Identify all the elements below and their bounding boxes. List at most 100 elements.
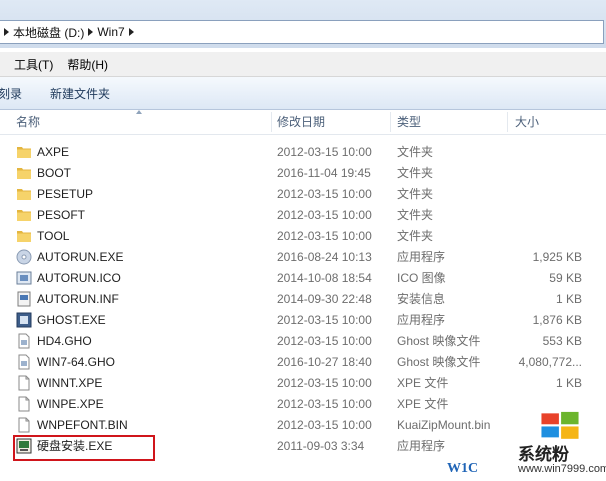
file-type: XPE 文件	[397, 376, 449, 390]
file-row[interactable]: AUTORUN.INF 2014-09-30 22:48 安装信息 1 KB	[0, 289, 606, 310]
column-name[interactable]: 名称	[16, 110, 40, 134]
folder-icon	[16, 186, 32, 202]
file-row[interactable]: TOOL 2012-03-15 10:00 文件夹	[0, 226, 606, 247]
file-name: PESETUP	[37, 187, 94, 201]
file-type: 文件夹	[397, 229, 434, 243]
file-size	[510, 184, 582, 205]
file-name: HD4.GHO	[37, 334, 92, 348]
file-size: 4,080,772...	[518, 355, 582, 369]
ghost-app-icon	[16, 312, 32, 328]
column-date[interactable]: 修改日期	[277, 110, 325, 134]
file-row[interactable]: PESOFT 2012-03-15 10:00 文件夹	[0, 205, 606, 226]
menu-tools[interactable]: 工具(T)	[8, 56, 59, 73]
file-name: WINPE.XPE	[37, 397, 104, 411]
file-type: 应用程序	[397, 313, 446, 327]
watermark-url: www.win7999.com	[518, 463, 606, 475]
file-name: WNPEFONT.BIN	[37, 418, 128, 432]
file-size	[510, 163, 582, 184]
file-row[interactable]: AUTORUN.ICO 2014-10-08 18:54 ICO 图像 59 KB	[0, 268, 606, 289]
file-name: PESOFT	[37, 208, 86, 222]
blank-file-icon	[16, 375, 32, 391]
file-row[interactable]: WINPE.XPE 2012-03-15 10:00 XPE 文件	[0, 394, 606, 415]
file-row[interactable]: HD4.GHO 2012-03-15 10:00 Ghost 映像文件 553 KB	[0, 331, 606, 352]
file-row[interactable]: BOOT 2016-11-04 19:45 文件夹	[0, 163, 606, 184]
file-type: 文件夹	[397, 145, 434, 159]
file-name: AUTORUN.ICO	[37, 271, 121, 285]
file-row[interactable]: WIN7-64.GHO 2016-10-27 18:40 Ghost 映像文件 4,0…	[0, 352, 606, 373]
file-type: 安装信息	[397, 292, 446, 306]
breadcrumb-arrow-icon[interactable]	[128, 28, 134, 36]
column-divider[interactable]	[507, 112, 508, 132]
file-date: 2016-11-04 19:45	[277, 166, 371, 180]
folder-icon	[16, 144, 32, 160]
breadcrumb-arrow-icon[interactable]	[4, 28, 9, 36]
file-date: 2012-03-15 10:00	[277, 418, 372, 432]
menu-bar: 工具(T) 帮助(H)	[0, 52, 606, 77]
command-bar: 刻录 新建文件夹	[0, 77, 606, 110]
folder-icon	[16, 165, 32, 181]
file-type: 应用程序	[397, 250, 446, 264]
file-date: 2012-03-15 10:00	[277, 397, 372, 411]
windows-logo-icon	[541, 411, 579, 439]
file-size	[510, 205, 582, 226]
file-date: 2012-03-15 10:00	[277, 376, 372, 390]
file-size: 1 KB	[555, 292, 582, 306]
disc-app-icon	[16, 249, 32, 265]
file-date: 2012-03-15 10:00	[277, 187, 372, 201]
file-type: XPE 文件	[397, 397, 449, 411]
file-date: 2012-03-15 10:00	[277, 208, 372, 222]
watermark-left-text: W1C	[447, 461, 479, 476]
column-divider[interactable]	[271, 112, 272, 132]
file-size: 1 KB	[555, 376, 582, 390]
new-folder-button[interactable]: 新建文件夹	[50, 85, 110, 102]
file-date: 2012-03-15 10:00	[277, 334, 372, 348]
file-type: 文件夹	[397, 187, 434, 201]
column-type[interactable]: 类型	[397, 110, 421, 134]
file-size	[510, 226, 582, 247]
folder-icon	[16, 207, 32, 223]
file-name: WINNT.XPE	[37, 376, 103, 390]
file-date: 2011-09-03 3:34	[277, 439, 365, 453]
file-date: 2016-10-27 18:40	[277, 355, 372, 369]
file-type: KuaiZipMount.bin	[397, 418, 491, 432]
address-bar[interactable]: 本地磁盘 (D:) Win7	[0, 20, 604, 44]
ghost-image-icon	[16, 354, 32, 370]
file-size: 1,876 KB	[532, 313, 582, 327]
file-row[interactable]: AUTORUN.EXE 2016-08-24 10:13 应用程序 1,925 KB	[0, 247, 606, 268]
file-type: Ghost 映像文件	[397, 355, 481, 369]
column-size[interactable]: 大小	[515, 110, 539, 134]
file-name: AUTORUN.INF	[37, 292, 119, 306]
sort-up-icon	[136, 110, 142, 114]
file-row[interactable]: GHOST.EXE 2012-03-15 10:00 应用程序 1,876 KB	[0, 310, 606, 331]
file-size	[510, 142, 582, 163]
file-date: 2014-09-30 22:48	[277, 292, 372, 306]
address-bar-area: 本地磁盘 (D:) Win7	[0, 0, 606, 48]
file-date: 2012-03-15 10:00	[277, 313, 372, 327]
menu-help[interactable]: 帮助(H)	[61, 56, 114, 73]
file-name: BOOT	[37, 166, 72, 180]
file-size: 553 KB	[542, 334, 582, 348]
file-row[interactable]: PESETUP 2012-03-15 10:00 文件夹	[0, 184, 606, 205]
ghost-image-icon	[16, 333, 32, 349]
file-type: 文件夹	[397, 208, 434, 222]
setup-info-icon	[16, 291, 32, 307]
file-date: 2014-10-08 18:54	[277, 271, 372, 285]
breadcrumb-arrow-icon[interactable]	[88, 28, 94, 36]
file-row[interactable]: AXPE 2012-03-15 10:00 文件夹	[0, 142, 606, 163]
breadcrumb-drive[interactable]: 本地磁盘 (D:)	[13, 24, 84, 41]
file-row[interactable]: WINNT.XPE 2012-03-15 10:00 XPE 文件 1 KB	[0, 373, 606, 394]
file-row[interactable]: WNPEFONT.BIN 2012-03-15 10:00 KuaiZipMount…	[0, 415, 606, 436]
file-type: ICO 图像	[397, 271, 446, 285]
file-type: 文件夹	[397, 166, 434, 180]
file-size: 1,925 KB	[532, 250, 582, 264]
file-name: GHOST.EXE	[37, 313, 106, 327]
watermark-brand: 系统粉	[518, 445, 569, 464]
burn-button[interactable]: 刻录	[0, 85, 22, 102]
blank-file-icon	[16, 417, 32, 433]
file-type: 应用程序	[397, 439, 446, 453]
file-date: 2016-08-24 10:13	[277, 250, 372, 264]
breadcrumb-folder[interactable]: Win7	[97, 25, 124, 39]
blank-file-icon	[16, 396, 32, 412]
column-divider[interactable]	[390, 112, 391, 132]
file-size: 59 KB	[549, 271, 582, 285]
